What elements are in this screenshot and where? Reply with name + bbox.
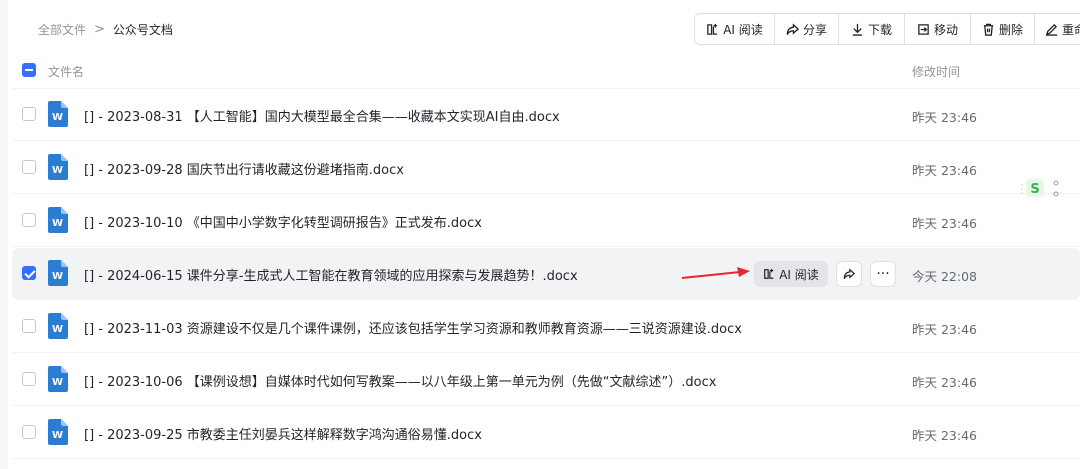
- file-row[interactable]: W [] - 2023-09-25 市教委主任刘晏兵这样解释数字鸿沟通俗易懂.do…: [12, 407, 1080, 459]
- file-modified-time: 昨天 23:46: [912, 163, 977, 178]
- download-button[interactable]: 下载: [839, 14, 905, 44]
- floating-assistant-widget[interactable]: S: [1020, 176, 1080, 200]
- breadcrumb: 全部文件 > 公众号文档: [38, 21, 173, 38]
- word-doc-icon: W: [48, 101, 68, 127]
- row-checkbox[interactable]: [22, 372, 36, 386]
- ai-read-label: AI 阅读: [723, 22, 763, 37]
- word-doc-icon: W: [48, 207, 68, 233]
- share-icon: [843, 268, 855, 279]
- file-name[interactable]: [] - 2023-11-03 资源建设不仅是几个课件课例，还应该包括学生学习资…: [84, 318, 742, 337]
- delete-button[interactable]: 删除: [971, 14, 1035, 44]
- word-doc-icon: W: [48, 366, 68, 392]
- file-row[interactable]: W [] - 2024-06-15 课件分享-生成式人工智能在教育领域的应用探索与…: [12, 248, 1080, 300]
- file-row[interactable]: W [] - 2023-09-28 国庆节出行请收藏这份避堵指南.docx 昨天 2…: [12, 142, 1080, 194]
- svg-text:W: W: [52, 218, 63, 229]
- delete-label: 删除: [998, 22, 1023, 37]
- file-row[interactable]: W [] - 2023-10-06 【课例设想】自媒体时代如何写教案——以八年级上…: [12, 354, 1080, 406]
- file-name[interactable]: [] - 2023-10-10 《中国中小学数字化转型调研报告》正式发布.doc…: [84, 212, 482, 231]
- move-button[interactable]: 移动: [905, 14, 971, 44]
- rename-label: 重命: [1062, 22, 1080, 37]
- ai-book-icon: [707, 23, 718, 35]
- row-checkbox[interactable]: [22, 213, 36, 227]
- download-label: 下载: [867, 22, 892, 37]
- move-icon: [918, 23, 929, 35]
- row-checkbox[interactable]: [22, 319, 36, 333]
- file-row[interactable]: W [] - 2023-08-31 【人工智能】国内大模型最全合集——收藏本文实现…: [12, 89, 1080, 141]
- ai-book-icon: [764, 268, 774, 279]
- row-actions: AI 阅读 ···: [754, 261, 896, 287]
- column-header-name[interactable]: 文件名: [48, 63, 84, 80]
- pencil-icon: [1045, 23, 1058, 36]
- column-header-modified[interactable]: 修改时间: [912, 63, 960, 80]
- more-icon: ···: [876, 266, 890, 282]
- ai-read-button[interactable]: AI 阅读: [695, 14, 775, 44]
- file-row[interactable]: W [] - 2023-11-03 资源建设不仅是几个课件课例，还应该包括学生学习…: [12, 301, 1080, 353]
- share-button[interactable]: 分享: [775, 14, 839, 44]
- annotation-arrow: [681, 267, 750, 279]
- row-checkbox[interactable]: [22, 107, 36, 121]
- word-doc-icon: W: [48, 260, 68, 286]
- row-ai-read-label: AI 阅读: [779, 267, 819, 282]
- svg-text:W: W: [52, 377, 63, 388]
- row-more-button[interactable]: ···: [870, 261, 896, 287]
- file-name[interactable]: [] - 2023-09-28 国庆节出行请收藏这份避堵指南.docx: [84, 159, 404, 178]
- row-share-button[interactable]: [836, 261, 862, 287]
- file-name[interactable]: [] - 2023-08-31 【人工智能】国内大模型最全合集——收藏本文实现A…: [84, 106, 560, 125]
- file-modified-time: 昨天 23:46: [912, 322, 977, 337]
- toolbar: AI 阅读 分享 下载 移动 删除 重命: [694, 13, 1080, 45]
- row-ai-read-button[interactable]: AI 阅读: [754, 261, 828, 287]
- file-modified-time: 昨天 23:46: [912, 110, 977, 125]
- move-label: 移动: [933, 22, 958, 37]
- word-doc-icon: W: [48, 419, 68, 445]
- file-modified-time: 昨天 23:46: [912, 216, 977, 231]
- file-name[interactable]: [] - 2023-09-25 市教委主任刘晏兵这样解释数字鸿沟通俗易懂.doc…: [84, 424, 482, 443]
- rename-button[interactable]: 重命: [1035, 14, 1080, 44]
- row-checkbox[interactable]: [22, 160, 36, 174]
- breadcrumb-current: 公众号文档: [112, 23, 173, 37]
- share-icon: [786, 22, 799, 35]
- left-panel-edge: [0, 0, 8, 469]
- word-doc-icon: W: [48, 154, 68, 180]
- file-modified-time: 昨天 23:46: [912, 375, 977, 390]
- file-row[interactable]: W [] - 2023-10-10 《中国中小学数字化转型调研报告》正式发布.do…: [12, 195, 1080, 247]
- file-name[interactable]: [] - 2023-10-06 【课例设想】自媒体时代如何写教案——以八年级上第…: [84, 371, 716, 390]
- file-modified-time: 今天 22:08: [912, 269, 977, 284]
- chevron-right-icon: >: [94, 22, 105, 37]
- trash-icon: [983, 23, 994, 36]
- download-icon: [852, 23, 863, 36]
- svg-text:W: W: [52, 430, 63, 441]
- file-modified-time: 昨天 23:46: [912, 428, 977, 443]
- word-doc-icon: W: [48, 313, 68, 339]
- select-all-checkbox[interactable]: [22, 63, 36, 77]
- svg-text:W: W: [52, 271, 63, 282]
- svg-text:W: W: [52, 112, 63, 123]
- svg-text:W: W: [52, 324, 63, 335]
- file-name[interactable]: [] - 2024-06-15 课件分享-生成式人工智能在教育领域的应用探索与发…: [84, 265, 578, 284]
- row-checkbox[interactable]: [22, 425, 36, 439]
- table-header: 文件名 修改时间: [12, 55, 1080, 89]
- svg-text:W: W: [52, 165, 63, 176]
- breadcrumb-root[interactable]: 全部文件: [38, 21, 86, 38]
- share-label: 分享: [802, 22, 827, 37]
- row-checkbox[interactable]: [22, 266, 36, 280]
- svg-text:S: S: [1030, 182, 1039, 197]
